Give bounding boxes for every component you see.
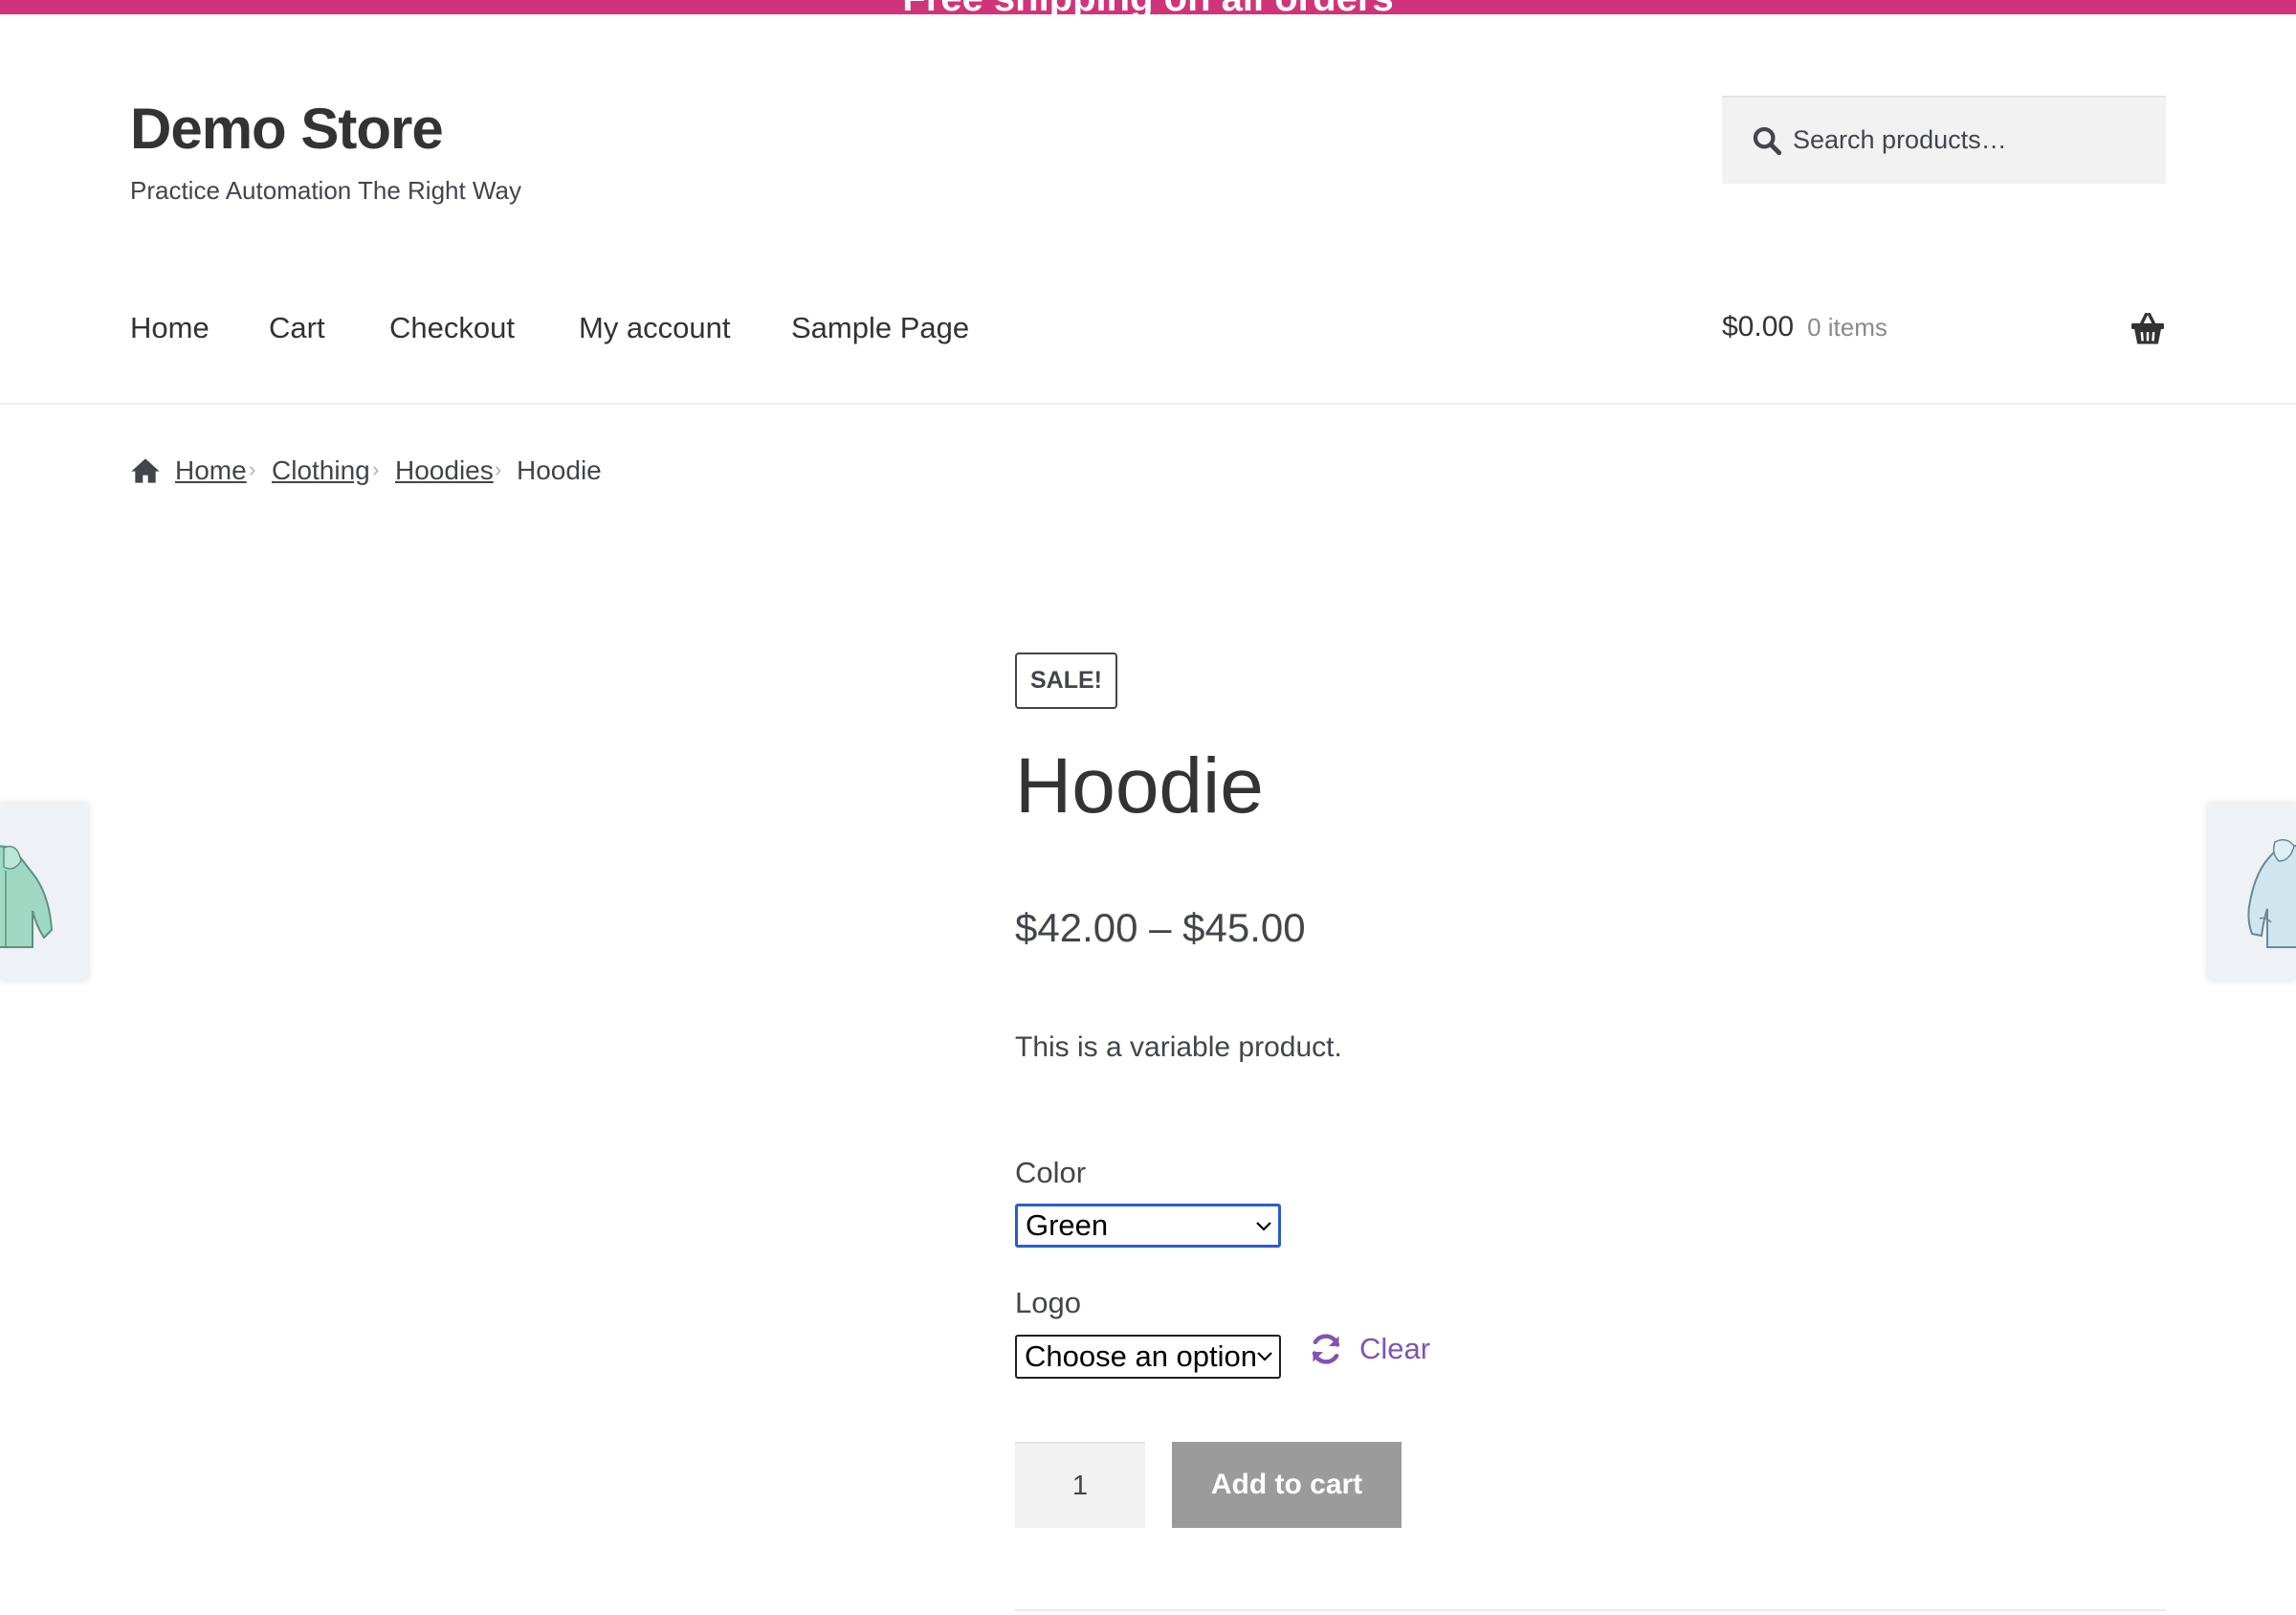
nav-item-cart[interactable]: Cart <box>269 311 325 345</box>
hoodie-icon <box>2247 839 2296 948</box>
basket-icon[interactable] <box>2130 313 2166 345</box>
logo-label: Logo <box>1015 1286 1081 1319</box>
search-icon <box>1753 126 1782 156</box>
logo-select-value: Choose an option <box>1025 1339 1258 1373</box>
header-divider <box>0 403 2296 405</box>
product-short-description: This is a variable product. <box>1015 1031 1342 1063</box>
breadcrumb-clothing-link[interactable]: Clothing <box>272 455 370 486</box>
breadcrumb-separator: › <box>495 457 502 481</box>
hoodie-icon <box>0 845 54 948</box>
nav-item-sample-page[interactable]: Sample Page <box>791 311 969 345</box>
color-label: Color <box>1015 1156 1087 1189</box>
color-select[interactable]: Green <box>1015 1204 1281 1248</box>
nav-item-my-account[interactable]: My account <box>579 311 731 345</box>
home-icon <box>131 458 160 483</box>
quantity-input[interactable] <box>1015 1442 1145 1528</box>
site-tagline: Practice Automation The Right Way <box>130 176 521 205</box>
next-product-thumbnail[interactable] <box>2208 804 2296 980</box>
cart-total: $0.00 <box>1722 311 1795 343</box>
header-cart-link[interactable]: $0.00 0 items <box>1722 311 1888 349</box>
product-search[interactable] <box>1722 96 2166 184</box>
breadcrumb-separator: › <box>372 457 380 481</box>
product-price-range: $42.00 – $45.00 <box>1015 905 1306 950</box>
store-notice-bar: Free shipping on all orders <box>0 0 2296 14</box>
breadcrumb-current: Hoodie <box>517 455 602 485</box>
nav-item-home[interactable]: Home <box>130 311 210 345</box>
breadcrumb-home-link[interactable]: Home <box>175 455 247 486</box>
cart-item-count: 0 items <box>1807 313 1888 342</box>
add-to-cart-button[interactable]: Add to cart <box>1172 1442 1402 1528</box>
nav-item-checkout[interactable]: Checkout <box>389 311 515 345</box>
summary-divider <box>1015 1609 2166 1611</box>
previous-product-thumbnail[interactable] <box>0 804 88 980</box>
chevron-down-icon <box>1256 1222 1271 1231</box>
sale-badge: SALE! <box>1015 653 1117 709</box>
product-title: Hoodie <box>1015 742 1264 830</box>
color-select-value: Green <box>1026 1208 1109 1242</box>
search-input[interactable] <box>1793 98 2147 182</box>
site-title[interactable]: Demo Store <box>130 96 444 162</box>
logo-select[interactable]: Choose an option <box>1015 1335 1281 1379</box>
breadcrumb-hoodies-link[interactable]: Hoodies <box>395 455 494 486</box>
breadcrumb-separator: › <box>249 457 256 481</box>
clear-label: Clear <box>1359 1332 1431 1365</box>
chevron-down-icon <box>1257 1352 1272 1361</box>
refresh-icon <box>1312 1334 1340 1364</box>
store-notice-text: Free shipping on all orders <box>0 0 2296 14</box>
